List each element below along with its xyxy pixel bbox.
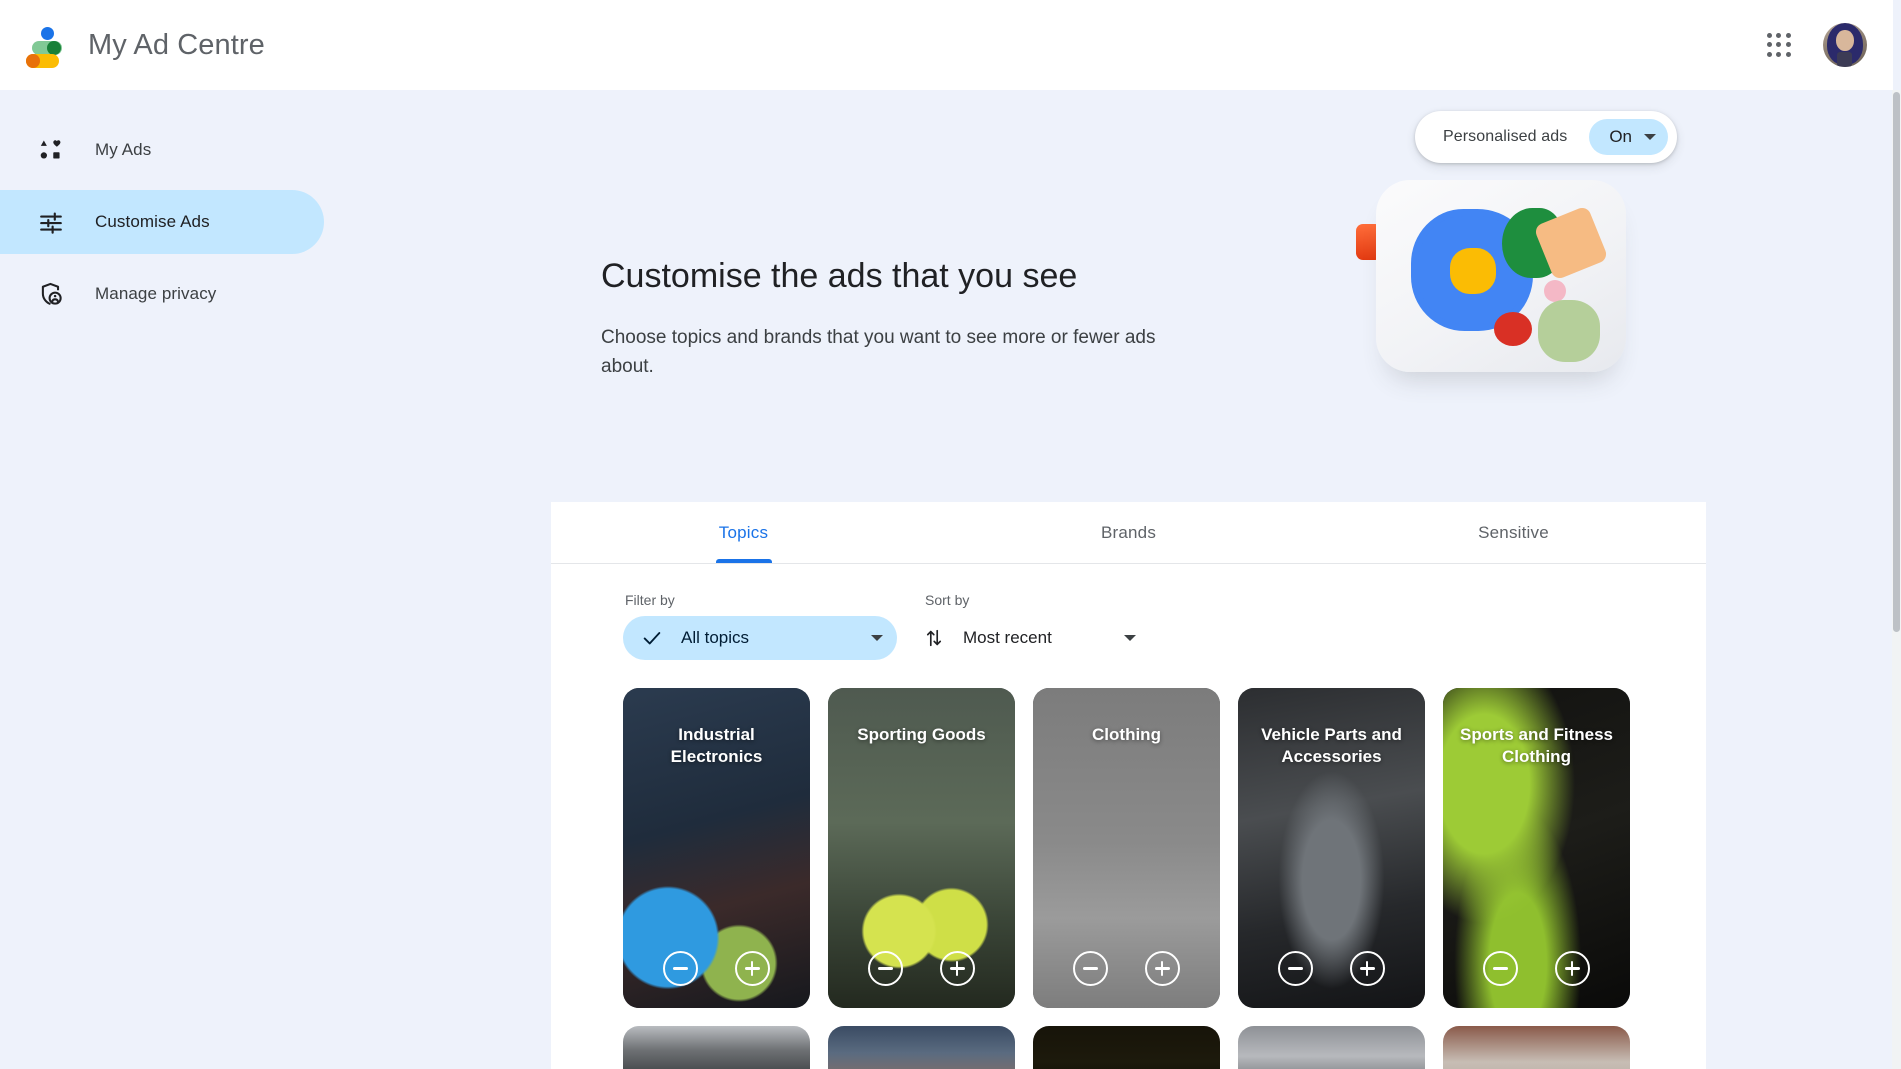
tab-sensitive[interactable]: Sensitive bbox=[1321, 502, 1706, 563]
filter-sort-bar: Filter by All topics Sort by Most recent bbox=[551, 564, 1706, 660]
sidebar-item-manage-privacy[interactable]: Manage privacy bbox=[0, 262, 324, 326]
sidebar-navigation: My Ads Customise Ads Manage privacy bbox=[0, 90, 551, 1069]
tab-bar: Topics Brands Sensitive bbox=[551, 502, 1706, 564]
minus-circle-icon[interactable] bbox=[663, 951, 699, 986]
page-background-right bbox=[1706, 90, 1892, 1069]
sidebar-item-customise-ads[interactable]: Customise Ads bbox=[0, 190, 324, 254]
topic-actions bbox=[828, 951, 1015, 986]
plus-circle-icon[interactable] bbox=[1144, 951, 1180, 986]
minus-circle-icon[interactable] bbox=[1483, 951, 1519, 986]
brand[interactable]: My Ad Centre bbox=[24, 24, 265, 68]
chevron-down-icon bbox=[1123, 635, 1136, 641]
topic-card[interactable] bbox=[1238, 1026, 1425, 1069]
topic-card[interactable] bbox=[1033, 1026, 1220, 1069]
sidebar-item-label: My Ads bbox=[95, 140, 152, 159]
topic-title: Clothing bbox=[1092, 725, 1161, 744]
chevron-down-icon bbox=[1644, 134, 1656, 140]
topic-actions bbox=[1238, 951, 1425, 986]
minus-circle-icon[interactable] bbox=[1073, 951, 1109, 986]
minus-circle-icon[interactable] bbox=[868, 951, 904, 986]
shield-person-icon bbox=[36, 279, 66, 309]
topic-title: Sporting Goods bbox=[857, 725, 986, 744]
tab-topics[interactable]: Topics bbox=[551, 502, 936, 563]
topic-card[interactable]: Industrial Electronics bbox=[623, 688, 810, 1008]
topic-card[interactable] bbox=[1443, 1026, 1630, 1069]
topic-card-grid-next-row bbox=[551, 1008, 1706, 1069]
my-ad-centre-logo-icon bbox=[24, 24, 66, 68]
personalised-ads-control[interactable]: Personalised ads On bbox=[1414, 111, 1677, 163]
plus-circle-icon[interactable] bbox=[1554, 951, 1590, 986]
topic-card[interactable]: Vehicle Parts and Accessories bbox=[1238, 688, 1425, 1008]
sort-value: Most recent bbox=[963, 628, 1052, 647]
hero-section: Personalised ads On Customise the ads th… bbox=[551, 90, 1706, 502]
shapes-heart-icon bbox=[36, 135, 66, 165]
topic-title: Sports and Fitness Clothing bbox=[1459, 725, 1614, 767]
sort-dropdown[interactable]: Most recent bbox=[923, 616, 1136, 660]
sort-group: Sort by Most recent bbox=[923, 592, 1136, 660]
plus-circle-icon[interactable] bbox=[734, 951, 770, 986]
hero-text: Customise the ads that you see Choose to… bbox=[601, 255, 1281, 381]
filter-dropdown[interactable]: All topics bbox=[623, 616, 897, 660]
topic-title: Vehicle Parts and Accessories bbox=[1261, 725, 1402, 767]
check-icon bbox=[641, 627, 663, 649]
topic-actions bbox=[1443, 951, 1630, 986]
sidebar-item-my-ads[interactable]: My Ads bbox=[0, 118, 324, 182]
tab-label: Brands bbox=[1100, 522, 1157, 542]
topic-actions bbox=[1033, 951, 1220, 986]
top-app-bar: My Ad Centre bbox=[0, 0, 1893, 90]
top-bar-actions bbox=[1757, 23, 1867, 67]
tab-label: Topics bbox=[718, 522, 769, 542]
apps-grid-icon[interactable] bbox=[1757, 23, 1801, 67]
sort-arrows-icon bbox=[923, 627, 945, 649]
sort-by-label: Sort by bbox=[925, 592, 970, 608]
filter-by-label: Filter by bbox=[625, 592, 675, 608]
topic-card[interactable]: Sports and Fitness Clothing bbox=[1443, 688, 1630, 1008]
filter-group: Filter by All topics bbox=[623, 592, 897, 660]
main-content: Personalised ads On Customise the ads th… bbox=[551, 90, 1706, 1069]
page-title: Customise the ads that you see bbox=[601, 257, 1078, 295]
app-title: My Ad Centre bbox=[88, 28, 265, 61]
topic-card[interactable] bbox=[623, 1026, 810, 1069]
avatar[interactable] bbox=[1823, 23, 1867, 67]
sidebar-item-label: Manage privacy bbox=[95, 284, 217, 303]
chevron-down-icon bbox=[871, 635, 883, 641]
sidebar-item-label: Customise Ads bbox=[95, 212, 210, 231]
topic-actions bbox=[623, 951, 810, 986]
personalised-ads-state: On bbox=[1609, 127, 1632, 146]
plus-circle-icon[interactable] bbox=[939, 951, 975, 986]
minus-circle-icon[interactable] bbox=[1278, 951, 1314, 986]
tab-brands[interactable]: Brands bbox=[936, 502, 1321, 563]
personalised-ads-toggle[interactable]: On bbox=[1589, 119, 1668, 155]
topic-title: Industrial Electronics bbox=[670, 725, 763, 767]
topic-card[interactable]: Clothing bbox=[1033, 688, 1220, 1008]
plus-circle-icon[interactable] bbox=[1349, 951, 1385, 986]
sliders-icon bbox=[36, 207, 66, 237]
ads-preferences-jar-illustration bbox=[1342, 172, 1702, 402]
filter-value: All topics bbox=[681, 628, 750, 647]
topic-card[interactable] bbox=[828, 1026, 1015, 1069]
page-subtitle: Choose topics and brands that you want t… bbox=[601, 326, 1156, 377]
personalised-ads-label: Personalised ads bbox=[1442, 128, 1568, 145]
topic-card[interactable]: Sporting Goods bbox=[828, 688, 1015, 1008]
topic-card-grid: Industrial Electronics Sporting Goods Cl… bbox=[551, 660, 1706, 1008]
page-scrollbar-thumb[interactable] bbox=[1893, 92, 1900, 632]
tab-label: Sensitive bbox=[1478, 522, 1549, 542]
